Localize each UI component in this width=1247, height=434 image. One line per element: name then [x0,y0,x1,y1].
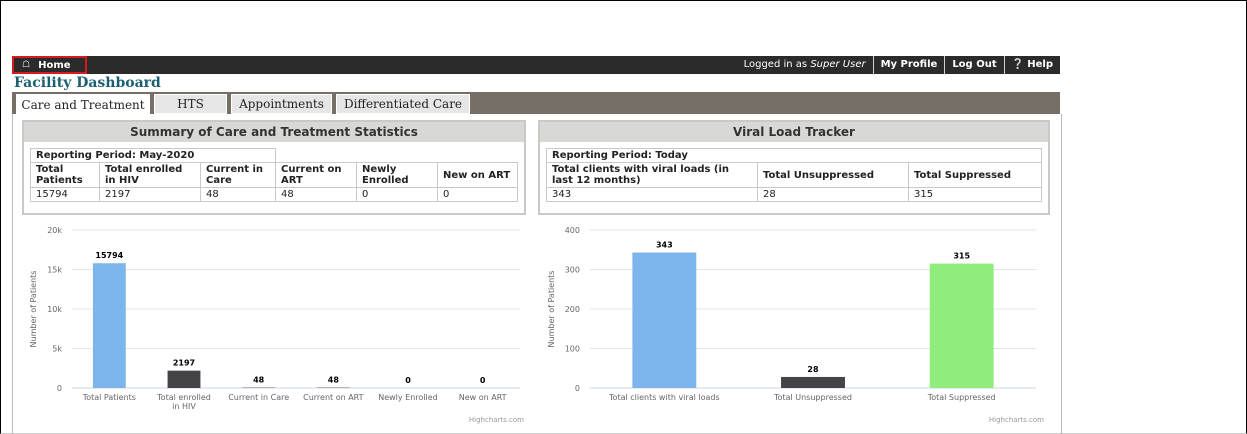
x-tick-label: New on ART [459,393,507,402]
y-tick-label: 200 [565,305,580,314]
data-label: 0 [480,376,486,385]
help-icon: ❔ [1011,59,1025,70]
logged-in-text: Logged in as Super User [737,56,873,74]
y-axis-label: Number of Patients [547,271,556,348]
y-tick-label: 0 [575,384,580,393]
summary-value: 48 [200,187,276,202]
x-tick-label: Current in Care [228,393,289,402]
log-out-label: Log Out [952,59,997,70]
summary-header: Total Patients [30,162,100,188]
y-tick-label: 5k [52,345,62,354]
help-label: Help [1027,59,1053,70]
viral-load-bar-chart: 0 100 200 300 400 Number of Patients 343 Total … [547,226,1044,424]
viral-load-panel: Viral Load Tracker Reporting Period: Tod… [538,120,1050,215]
y-tick-label: 20k [47,226,62,235]
top-navbar: ☖ Home Logged in as Super User My Profil… [12,56,1060,74]
summary-header: New on ART [437,162,518,188]
y-axis-label: Number of Patients [29,271,38,348]
user-nav: Logged in as Super User My Profile Log O… [737,56,1060,74]
viral-value: 343 [546,187,758,202]
x-tick-label: Newly Enrolled [378,393,438,402]
viral-period: Reporting Period: Today [546,148,1042,163]
y-tick-label: 100 [565,345,580,354]
viral-header: Total Suppressed [908,162,1042,188]
x-tick-label: Total enrolled in HIV [156,393,211,411]
y-tick-label: 400 [565,226,580,235]
x-tick-label: Total Patients [82,393,136,402]
care-treatment-bar-chart: 0 5k 10k 15k 20k Number of Patients 15794 Total… [29,226,524,424]
summary-value: 48 [275,187,357,202]
tab-differentiated-care[interactable]: Differentiated Care [336,94,470,114]
data-label: 15794 [95,251,123,260]
chart-bar [929,263,994,388]
summary-value: 0 [437,187,518,202]
page-title: Facility Dashboard [14,75,161,91]
x-tick-label: Current on ART [303,393,364,402]
y-tick-label: 0 [57,384,62,393]
home-label: Home [38,59,71,71]
chart-credit: Highcharts.com [989,416,1044,424]
my-profile-link[interactable]: My Profile [872,56,945,74]
summary-header: Newly Enrolled [356,162,438,188]
x-tick-label: Total Suppressed [927,393,996,402]
viral-load-heading: Viral Load Tracker [540,122,1048,142]
chart-bar [632,252,697,388]
x-tick-label: Total clients with viral loads [608,393,720,402]
y-tick-label: 300 [565,266,580,275]
y-tick-label: 10k [47,305,62,314]
chart-credit: Highcharts.com [469,416,524,424]
data-label: 2197 [173,359,195,368]
data-label: 28 [807,365,819,374]
chart-bar [167,370,201,388]
summary-period: Reporting Period: May-2020 [30,148,276,163]
summary-value: 0 [356,187,438,202]
summary-value: 2197 [99,187,201,202]
data-label: 0 [405,376,411,385]
tab-appointments[interactable]: Appointments [231,94,332,114]
user-name: Super User [810,59,866,70]
chart-bar [781,376,845,388]
tab-care-and-treatment[interactable]: Care and Treatment [16,94,150,115]
help-link[interactable]: ❔ Help [1003,56,1060,74]
data-label: 343 [656,241,673,250]
summary-header: Current in Care [200,162,276,188]
summary-header: Total enrolled in HIV [99,162,201,188]
viral-value: 28 [757,187,909,202]
my-profile-label: My Profile [880,59,938,70]
viral-header: Total Unsuppressed [757,162,909,188]
data-label: 315 [953,252,970,261]
viral-load-table: Reporting Period: Today Total clients wi… [546,148,1042,202]
viral-value: 315 [908,187,1042,202]
summary-heading: Summary of Care and Treatment Statistics [24,122,524,142]
data-label: 48 [328,376,340,385]
viral-header: Total clients with viral loads (in last … [546,162,758,188]
summary-period-blank [276,149,518,163]
tab-bar: Care and Treatment HTS Appointments Diff… [12,92,1060,115]
logged-in-prefix: Logged in as [743,59,808,70]
summary-value: 15794 [30,187,100,202]
home-button[interactable]: ☖ Home [12,56,87,74]
tab-hts[interactable]: HTS [154,94,227,114]
summary-header: Current on ART [275,162,357,188]
summary-table: Reporting Period: May-2020 Total Patient… [30,148,518,202]
log-out-link[interactable]: Log Out [944,56,1003,74]
home-icon: ☖ [22,60,31,70]
x-tick-label: Total Unsuppressed [773,393,852,402]
y-tick-label: 15k [47,266,62,275]
summary-panel: Summary of Care and Treatment Statistics… [22,120,526,215]
data-label: 48 [253,376,265,385]
chart-bar [92,263,126,388]
